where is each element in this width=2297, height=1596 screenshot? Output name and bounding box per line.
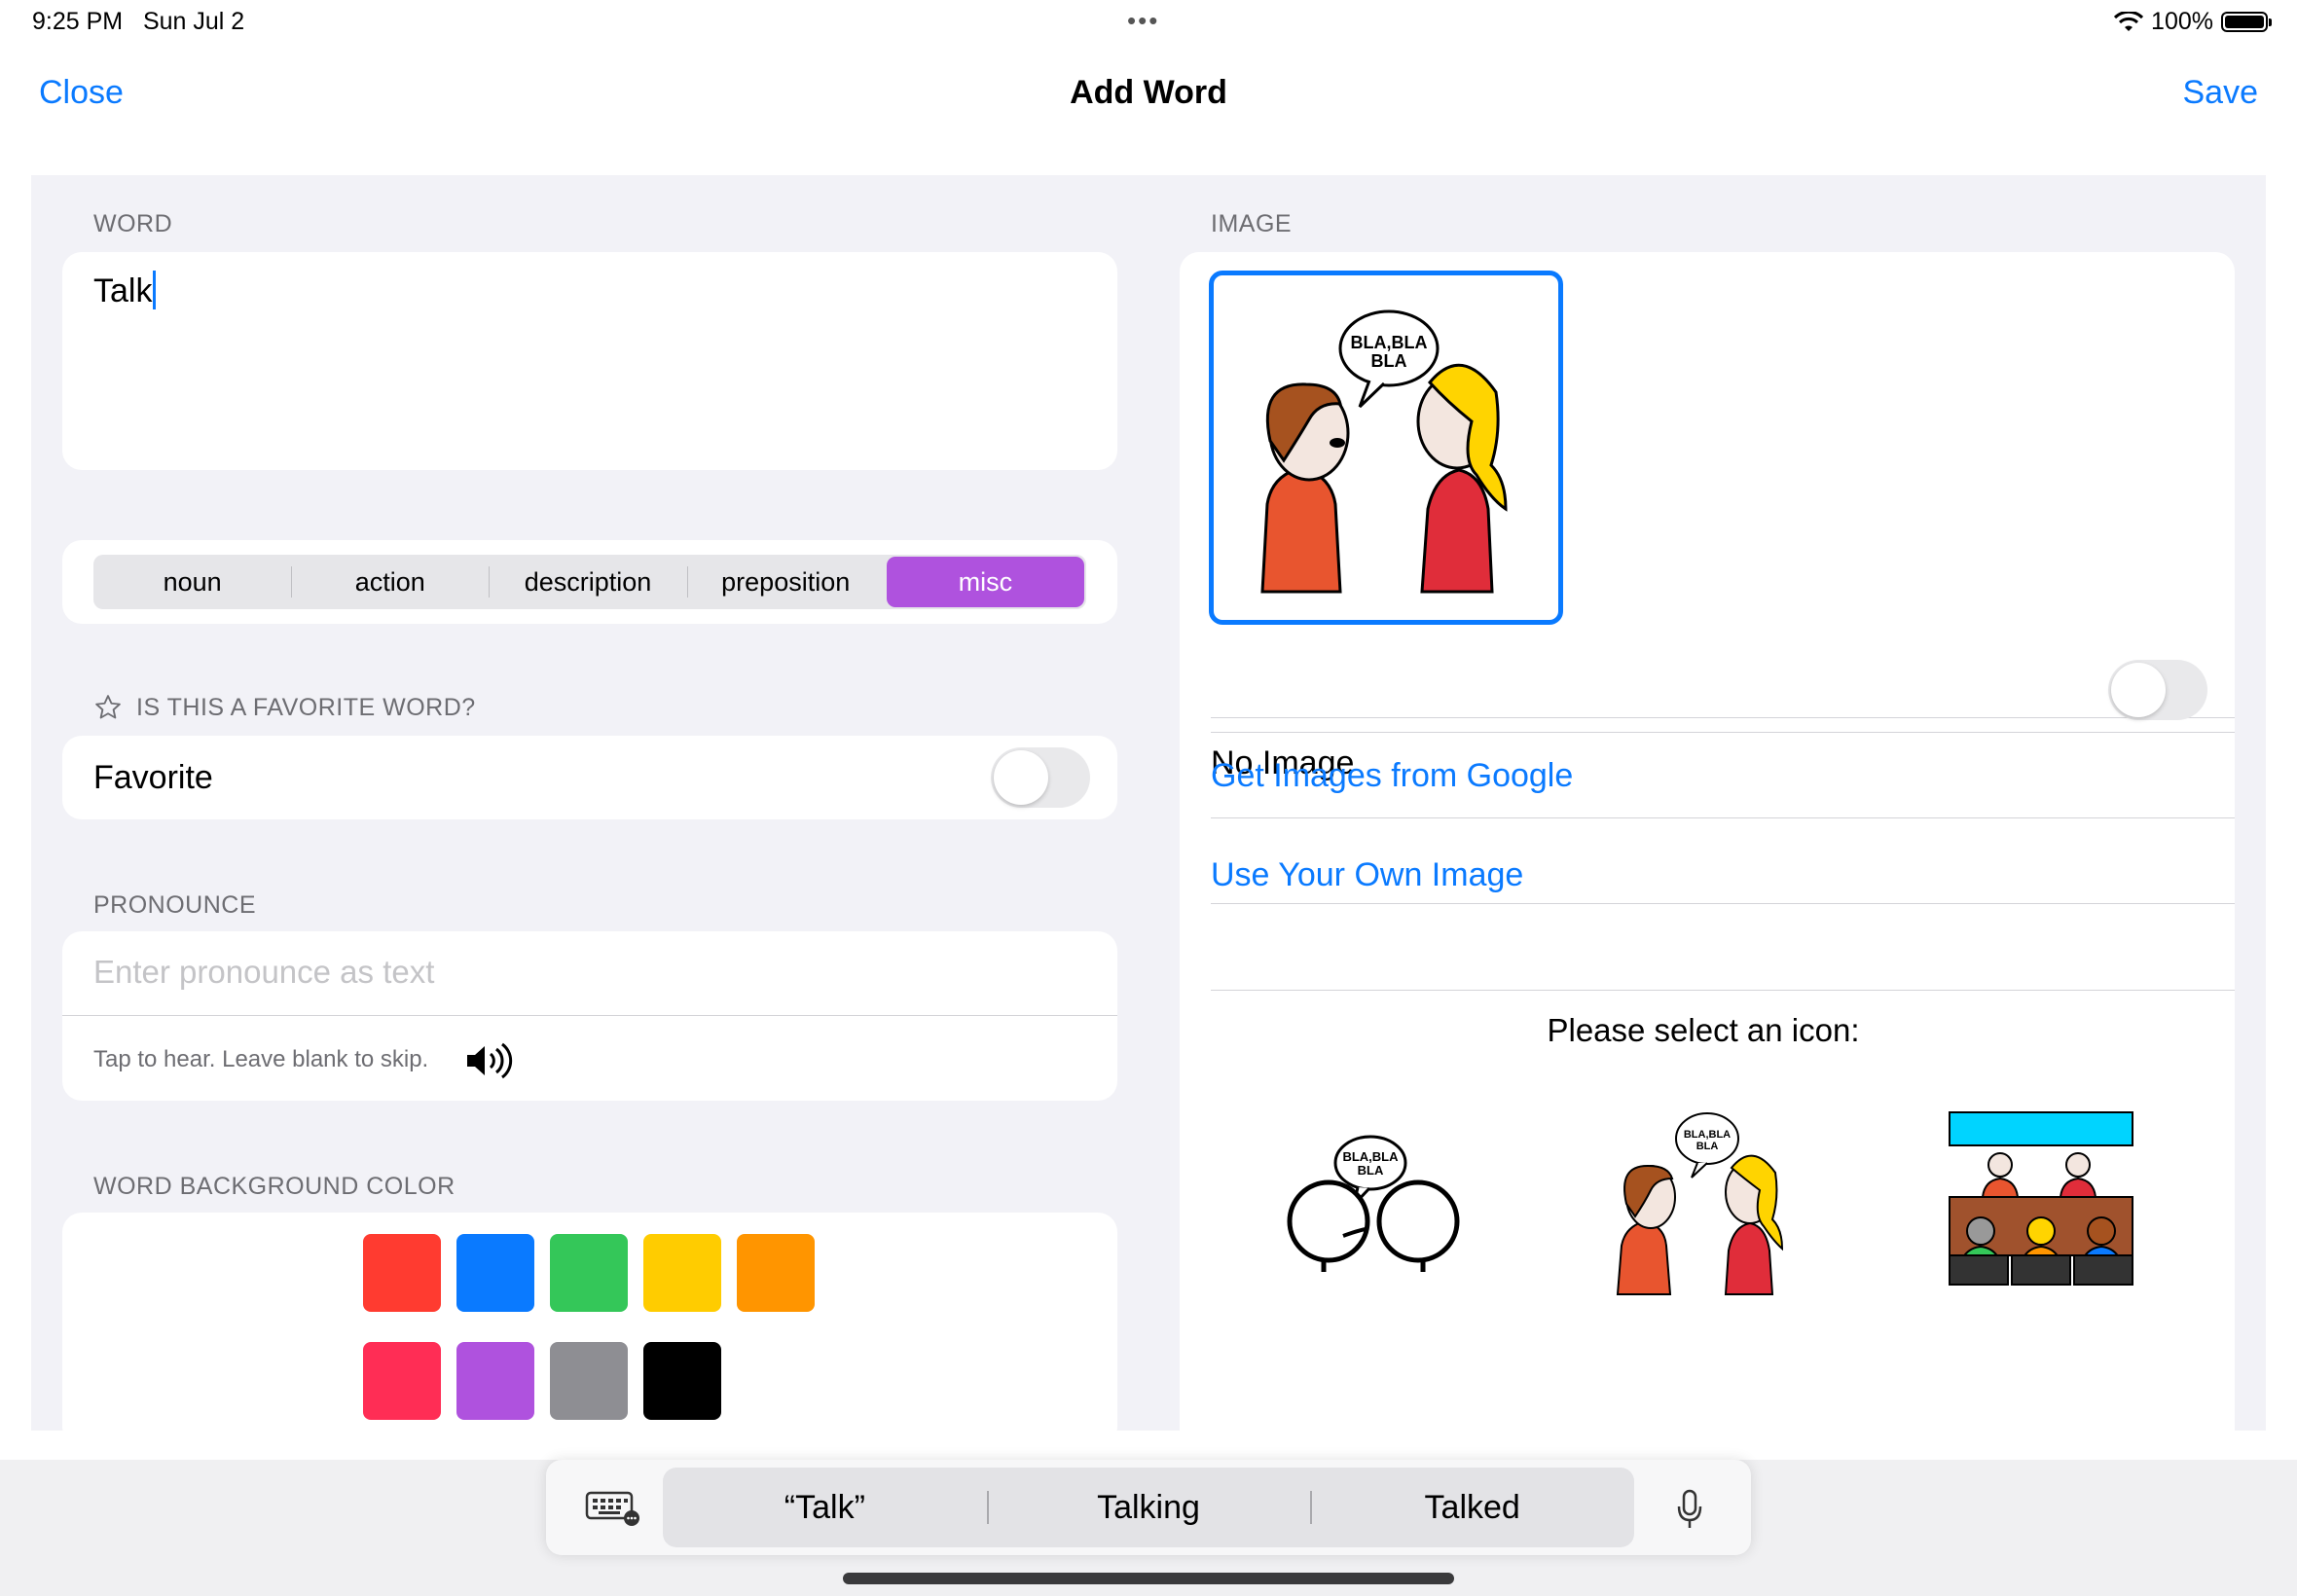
save-button[interactable]: Save xyxy=(2183,74,2259,112)
favorite-label: Favorite xyxy=(93,759,213,796)
toggle-knob xyxy=(2111,663,2166,717)
no-image-toggle[interactable] xyxy=(2108,660,2207,720)
text-caret xyxy=(153,271,157,310)
word-value[interactable]: Talk xyxy=(93,271,157,310)
color-swatch[interactable] xyxy=(550,1234,628,1312)
svg-text:BLA,BLA: BLA,BLA xyxy=(1342,1149,1399,1164)
color-swatch[interactable] xyxy=(363,1234,441,1312)
divider xyxy=(1211,817,2235,818)
color-section-header: WORD BACKGROUND COLOR xyxy=(93,1173,456,1200)
svg-text:BLA: BLA xyxy=(1358,1163,1384,1178)
favorite-question: IS THIS A FAVORITE WORD? xyxy=(136,693,476,721)
home-indicator[interactable] xyxy=(843,1573,1454,1584)
microphone-icon[interactable] xyxy=(1676,1489,1703,1530)
battery-icon xyxy=(2221,12,2272,32)
word-section-header: WORD xyxy=(93,210,173,237)
divider xyxy=(62,1015,1117,1016)
segment-noun[interactable]: noun xyxy=(93,555,291,609)
divider xyxy=(1211,717,2235,718)
svg-text:BLA,BLA: BLA,BLA xyxy=(1684,1129,1731,1141)
divider xyxy=(1211,990,2235,991)
word-input[interactable] xyxy=(62,252,1117,470)
autocorrect-suggestions: “Talk” Talking Talked xyxy=(663,1468,1634,1547)
segment-action[interactable]: action xyxy=(291,555,489,609)
segment-preposition[interactable]: preposition xyxy=(686,555,885,609)
image-section-header: IMAGE xyxy=(1211,210,1293,237)
bubble-text-2: BLA xyxy=(1371,351,1407,371)
pronounce-input[interactable]: Enter pronounce as text xyxy=(93,954,1067,991)
divider xyxy=(1211,732,2235,733)
color-swatch[interactable] xyxy=(363,1342,441,1420)
close-button[interactable]: Close xyxy=(39,74,124,112)
color-swatch[interactable] xyxy=(643,1234,721,1312)
toggle-knob xyxy=(994,750,1048,805)
favorite-toggle[interactable] xyxy=(991,747,1090,808)
suggestion-3[interactable]: Talked xyxy=(1310,1468,1634,1547)
use-own-image-link[interactable]: Use Your Own Image xyxy=(1211,856,1523,894)
color-swatch[interactable] xyxy=(737,1234,815,1312)
talking-heads-pictogram: BLA,BLA BLA xyxy=(1287,1135,1460,1272)
meeting-pictogram xyxy=(1949,1111,2133,1286)
get-images-google-link[interactable]: Get Images from Google xyxy=(1211,757,1573,795)
icon-option-people[interactable]: BLA,BLA BLA xyxy=(1592,1095,1816,1299)
color-swatch[interactable] xyxy=(456,1342,534,1420)
pronounce-section-header: PRONOUNCE xyxy=(93,891,257,919)
divider xyxy=(1211,903,2235,904)
bubble-text-1: BLA,BLA xyxy=(1351,333,1428,352)
star-icon xyxy=(95,695,121,719)
talk-pictogram: BLA,BLA BLA xyxy=(1260,309,1508,594)
suggestion-1[interactable]: “Talk” xyxy=(663,1468,987,1547)
favorite-row xyxy=(62,736,1117,819)
selected-image[interactable]: BLA,BLA BLA xyxy=(1209,271,1563,625)
status-right: 100% xyxy=(2114,8,2272,36)
icon-prompt: Please select an icon: xyxy=(1547,1012,1860,1048)
favorite-section-header: IS THIS A FAVORITE WORD? xyxy=(93,693,476,722)
battery-percent: 100% xyxy=(2151,8,2213,35)
suggestion-2[interactable]: Talking xyxy=(986,1468,1311,1547)
page-title: Add Word xyxy=(1070,74,1227,111)
svg-text:BLA: BLA xyxy=(1696,1141,1719,1152)
talking-people-pictogram: BLA,BLA BLA xyxy=(1616,1112,1784,1295)
segment-misc[interactable]: misc xyxy=(886,557,1085,607)
color-swatch[interactable] xyxy=(456,1234,534,1312)
color-swatch[interactable] xyxy=(643,1342,721,1420)
wifi-icon xyxy=(2114,11,2144,31)
category-segmented-control[interactable]: noun action description preposition misc xyxy=(93,555,1086,609)
keyboard-icon[interactable] xyxy=(585,1489,641,1526)
pronounce-hint: Tap to hear. Leave blank to skip. xyxy=(93,1046,429,1072)
speaker-icon[interactable] xyxy=(465,1041,514,1080)
color-swatch[interactable] xyxy=(550,1342,628,1420)
multitasking-dots[interactable]: ••• xyxy=(1127,6,1159,36)
icon-option-meeting[interactable] xyxy=(1930,1095,2154,1299)
segment-description[interactable]: description xyxy=(489,555,686,609)
icon-option-heads[interactable]: BLA,BLA BLA xyxy=(1260,1095,1484,1299)
status-time: 9:25 PM Sun Jul 2 xyxy=(32,8,245,35)
